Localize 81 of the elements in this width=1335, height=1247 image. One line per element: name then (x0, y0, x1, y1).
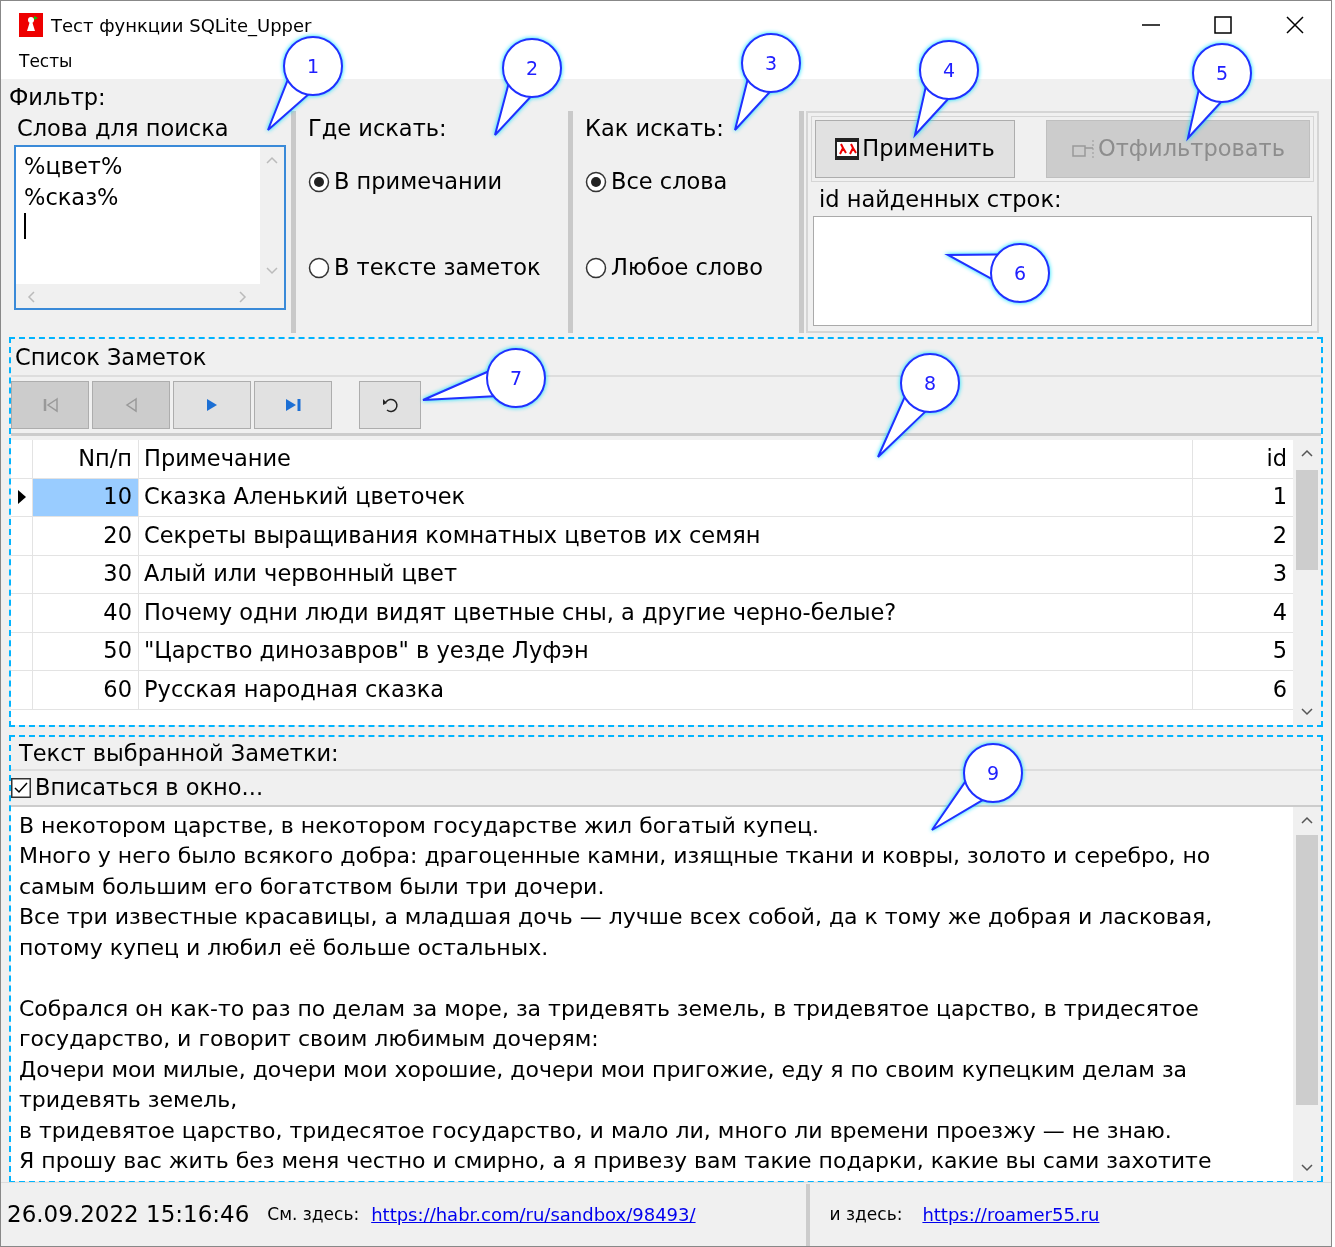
radio-icon[interactable] (585, 256, 607, 279)
row-pointer-icon (16, 489, 27, 506)
window-title: Тест функции SQLite_Upper (51, 13, 312, 39)
apply-button[interactable]: Применить (815, 120, 1015, 178)
search-words-field[interactable]: %цвет% %сказ% (14, 145, 286, 310)
text-line: Собрался он как-то раз по делам за море, за тридевять земель, в тридевятое царство, в тридесятое (19, 994, 1200, 1023)
table-cell-text: 2 (1271, 520, 1288, 550)
status-label: См. здесь: (267, 1202, 360, 1226)
text-line: потому купец и любил её больше остальных. (19, 933, 550, 962)
scrollbar-thumb[interactable] (1296, 470, 1318, 570)
scroll-left-icon[interactable] (26, 290, 36, 304)
scroll-up-icon[interactable] (1300, 448, 1314, 458)
table-cell: Секреты выращивания комнатных цветов их семян (139, 517, 1193, 555)
table-cell: 40 (33, 594, 139, 632)
text-line: самым большим его богатством были три дочери. (19, 872, 606, 901)
table-cell: 50 (33, 632, 139, 670)
table-cell: 10 (33, 478, 139, 516)
callout: 3 (732, 31, 803, 133)
table-cell-text: 4 (1271, 597, 1288, 627)
scroll-right-icon[interactable] (238, 290, 248, 304)
status-datetime: 26.09.2022 15:16:46 (7, 1200, 250, 1230)
text-line: Все три известные красавицы, а младшая дочь — лучше всех собой, да к тому же добрая и ласковая, (19, 903, 1214, 932)
menu-item[interactable]: Тесты (19, 49, 73, 75)
next-record-button[interactable] (173, 381, 251, 429)
film-icon (835, 138, 860, 160)
table-cell: Алый или червонный цвет (139, 555, 1193, 593)
callout: 4 (912, 38, 981, 138)
group-title: Где искать: (308, 114, 448, 143)
scrollbar-thumb[interactable] (1296, 834, 1318, 1105)
group-title: id найденных строк: (818, 185, 1063, 214)
where-radio[interactable]: В примечании (308, 165, 566, 199)
text-line: тридевять земель, (19, 1086, 239, 1115)
text-cursor (24, 213, 26, 239)
table-cell: 60 (33, 671, 139, 709)
text-line: %сказ% (24, 183, 120, 212)
table-cell: Русская народная сказка (139, 671, 1193, 709)
text-line: Дочери мои милые, дочери мои хорошие, дочери мои пригожие, еду я по своим купецким делам за (19, 1055, 1189, 1084)
habr-link[interactable]: https://habr.com/ru/sandbox/98493/ (371, 1201, 696, 1228)
last-record-button[interactable] (254, 381, 332, 429)
scroll-down-icon[interactable] (1300, 1162, 1314, 1173)
checkbox-icon[interactable] (11, 777, 31, 798)
table-cell-text: 6 (1271, 674, 1288, 704)
app-icon (19, 13, 43, 37)
text-line: Я прошу вас жить без меня честно и смирно, а я привезу вам такие подарки, какие вы сами захотите (19, 1147, 1213, 1176)
group-title: Фильтр: (9, 83, 107, 111)
refresh-button[interactable] (359, 381, 421, 429)
found-ids-field[interactable] (813, 216, 1312, 326)
table-cell: Сказка Аленький цветочек (139, 478, 1193, 516)
text-line: В некотором царстве, в некотором государстве жил богатый купец. (19, 811, 820, 840)
text-line: Много у него было всякого добра: драгоценные камни, изящные ткани и ковры, золото и серебро, но (19, 842, 1212, 871)
table-cell: "Царство динозавров" в уезде Луфэн (139, 632, 1193, 670)
text-line: государство, и говорит своим любимым дочерям: (19, 1025, 600, 1054)
scroll-up-icon[interactable] (1300, 814, 1314, 825)
status-label: и здесь: (829, 1202, 903, 1226)
how-radio[interactable]: Все слова (585, 165, 797, 199)
text-line: в тридевятое царство, тридесятое государство, и мало ли, много ли времени проезжу — не знаю. (19, 1116, 1173, 1145)
maximize-icon (1213, 15, 1233, 35)
how-radio[interactable]: Любое слово (585, 250, 797, 285)
scroll-down-icon[interactable] (1300, 707, 1314, 717)
table-cell: Почему одни люди видят цветные сны, а другие черно-белые? (139, 594, 1193, 632)
table-cell-text: 1 (1271, 482, 1288, 512)
table-cell: 20 (33, 517, 139, 555)
text-line: %цвет% (24, 152, 124, 181)
table-cell: 30 (33, 555, 139, 593)
group-title: Слова для поиска (16, 114, 230, 143)
table-cell-text: 3 (1271, 559, 1288, 589)
table-cell-text: 5 (1271, 636, 1288, 666)
close-icon (1285, 15, 1305, 35)
radio-icon[interactable] (308, 256, 330, 279)
where-radio[interactable]: В тексте заметок (308, 250, 566, 285)
site-link[interactable]: https://roamer55.ru (922, 1201, 1100, 1228)
radio-icon[interactable] (585, 170, 607, 193)
column-header: id (1265, 443, 1288, 473)
callout: 2 (492, 36, 564, 138)
callout: 8 (875, 351, 962, 460)
minimize-icon (1142, 24, 1160, 26)
callout: 6 (945, 241, 1052, 305)
callout: 5 (1185, 41, 1254, 141)
column-header: Nп/п (33, 440, 139, 478)
radio-icon[interactable] (308, 170, 330, 193)
group-title: Как искать: (585, 114, 725, 143)
